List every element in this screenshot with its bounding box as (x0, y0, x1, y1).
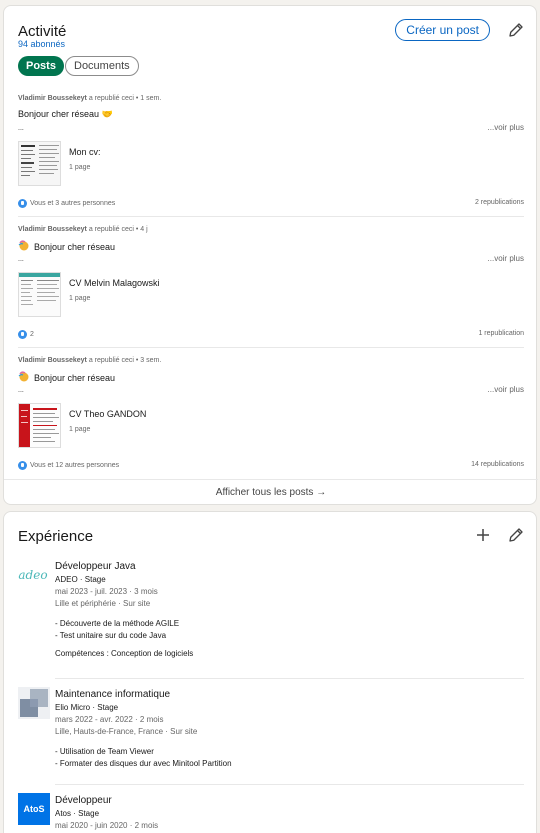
document-thumbnail[interactable] (18, 403, 61, 448)
experience-description: - Découverte de la méthode AGILE - Test … (55, 618, 193, 642)
edit-pencil-icon[interactable] (507, 526, 525, 544)
experience-company: ADEO · Stage (55, 575, 106, 584)
document-thumbnail[interactable] (18, 272, 61, 317)
experience-item: Maintenance informatique Elio Micro · St… (55, 689, 232, 770)
tab-posts[interactable]: Posts (18, 56, 64, 76)
divider (18, 347, 524, 348)
divider (18, 216, 524, 217)
document-pages: 1 page (69, 295, 91, 302)
see-more-link[interactable]: ...voir plus (488, 123, 524, 132)
see-more-link[interactable]: ...voir plus (488, 385, 524, 394)
post-text: Bonjour cher réseau (18, 240, 115, 252)
document-title[interactable]: Mon cv: (69, 147, 101, 157)
reposts-count[interactable]: 2 republications (475, 199, 524, 206)
experience-card: Expérience adeo Développeur Java ADEO · … (3, 511, 537, 833)
experience-location: Lille, Hauts-de-France, France · Sur sit… (55, 727, 198, 736)
post-text: Bonjour cher réseau (18, 371, 115, 383)
like-icon (18, 461, 27, 470)
post-item[interactable]: Vladimir Boussekeyt a republié ceci • 3 … (18, 357, 524, 475)
atos-logo-text: AtoS (23, 804, 45, 814)
experience-title: Expérience (18, 528, 94, 545)
reactions-summary[interactable]: Vous et 3 autres personnes (18, 199, 115, 208)
document-pages: 1 page (69, 426, 91, 433)
experience-item: Développeur Java ADEO · Stage mai 2023 -… (55, 561, 193, 658)
like-icon (18, 330, 27, 339)
reactions-summary[interactable]: 2 (18, 330, 34, 339)
post-meta: Vladimir Boussekeyt a republié ceci • 3 … (18, 357, 161, 364)
post-ellipsis: ... (18, 125, 24, 132)
experience-role[interactable]: Développeur (55, 795, 158, 806)
post-action: a republié ceci • 4 j (86, 226, 148, 233)
reposts-count[interactable]: 1 republication (478, 330, 524, 337)
description-line: - Formater des disques dur avec Minitool… (55, 759, 232, 768)
tab-documents[interactable]: Documents (65, 56, 139, 76)
company-logo-placeholder[interactable] (18, 687, 50, 719)
experience-description: - Utilisation de Team Viewer - Formater … (55, 746, 232, 770)
experience-company: Atos · Stage (55, 809, 100, 818)
description-line: - Utilisation de Team Viewer (55, 747, 154, 756)
wave-emoji-icon (18, 240, 29, 251)
see-more-link[interactable]: ...voir plus (488, 254, 524, 263)
post-action: a republié ceci • 3 sem. (86, 357, 162, 364)
followers-count[interactable]: 94 abonnés (18, 39, 65, 49)
post-text-content: Bonjour cher réseau (34, 373, 116, 383)
post-action: a republié ceci • 1 sem. (86, 95, 162, 102)
experience-skills[interactable]: Compétences : Conception de logiciels (55, 649, 193, 658)
document-title[interactable]: CV Theo GANDON (69, 409, 146, 419)
company-logo-adeo[interactable]: adeo (18, 560, 48, 590)
post-item[interactable]: Vladimir Boussekeyt a republié ceci • 1 … (18, 95, 524, 213)
activity-title: Activité (18, 23, 67, 40)
post-meta: Vladimir Boussekeyt a republié ceci • 4 … (18, 226, 148, 233)
divider (55, 678, 524, 679)
experience-role[interactable]: Développeur Java (55, 561, 193, 572)
like-icon (18, 199, 27, 208)
post-ellipsis: ... (18, 256, 24, 263)
reactions-text: Vous et 3 autres personnes (30, 200, 116, 207)
experience-item: Développeur Atos · Stage mai 2020 - juin… (55, 795, 158, 830)
experience-dates: mai 2020 - juin 2020 · 2 mois (55, 821, 159, 830)
experience-company: Elio Micro · Stage (55, 703, 119, 712)
post-author[interactable]: Vladimir Boussekeyt (18, 95, 87, 102)
reactions-text: Vous et 12 autres personnes (30, 462, 120, 469)
create-post-button[interactable]: Créer un post (395, 19, 490, 41)
show-all-posts-button[interactable]: Afficher tous les posts → (4, 479, 538, 505)
document-pages: 1 page (69, 164, 91, 171)
reactions-summary[interactable]: Vous et 12 autres personnes (18, 461, 119, 470)
post-text: Bonjour cher réseau 🤝 (18, 109, 113, 119)
experience-dates: mai 2023 - juil. 2023 · 3 mois (55, 587, 158, 596)
activity-card: Activité 94 abonnés Créer un post Posts … (3, 5, 538, 505)
experience-role[interactable]: Maintenance informatique (55, 689, 232, 700)
post-author[interactable]: Vladimir Boussekeyt (18, 226, 87, 233)
post-meta: Vladimir Boussekeyt a republié ceci • 1 … (18, 95, 161, 102)
adeo-logo-text: adeo (18, 568, 48, 582)
post-text-content: Bonjour cher réseau (34, 242, 116, 252)
divider (55, 784, 524, 785)
experience-location: Lille et périphérie · Sur site (55, 599, 151, 608)
post-item[interactable]: Vladimir Boussekeyt a republié ceci • 4 … (18, 226, 524, 344)
add-plus-icon[interactable] (474, 526, 492, 544)
post-ellipsis: ... (18, 387, 24, 394)
post-author[interactable]: Vladimir Boussekeyt (18, 357, 87, 364)
wave-emoji-icon (18, 371, 29, 382)
document-title[interactable]: CV Melvin Malagowski (69, 278, 160, 288)
reactions-text: 2 (30, 331, 34, 338)
description-line: - Découverte de la méthode AGILE (55, 619, 180, 628)
experience-dates: mars 2022 - avr. 2022 · 2 mois (55, 715, 164, 724)
edit-pencil-icon[interactable] (507, 21, 525, 39)
reposts-count[interactable]: 14 republications (471, 461, 524, 468)
document-thumbnail[interactable] (18, 141, 61, 186)
company-logo-atos[interactable]: AtoS (18, 793, 50, 825)
description-line: - Test unitaire sur du code Java (55, 631, 167, 640)
